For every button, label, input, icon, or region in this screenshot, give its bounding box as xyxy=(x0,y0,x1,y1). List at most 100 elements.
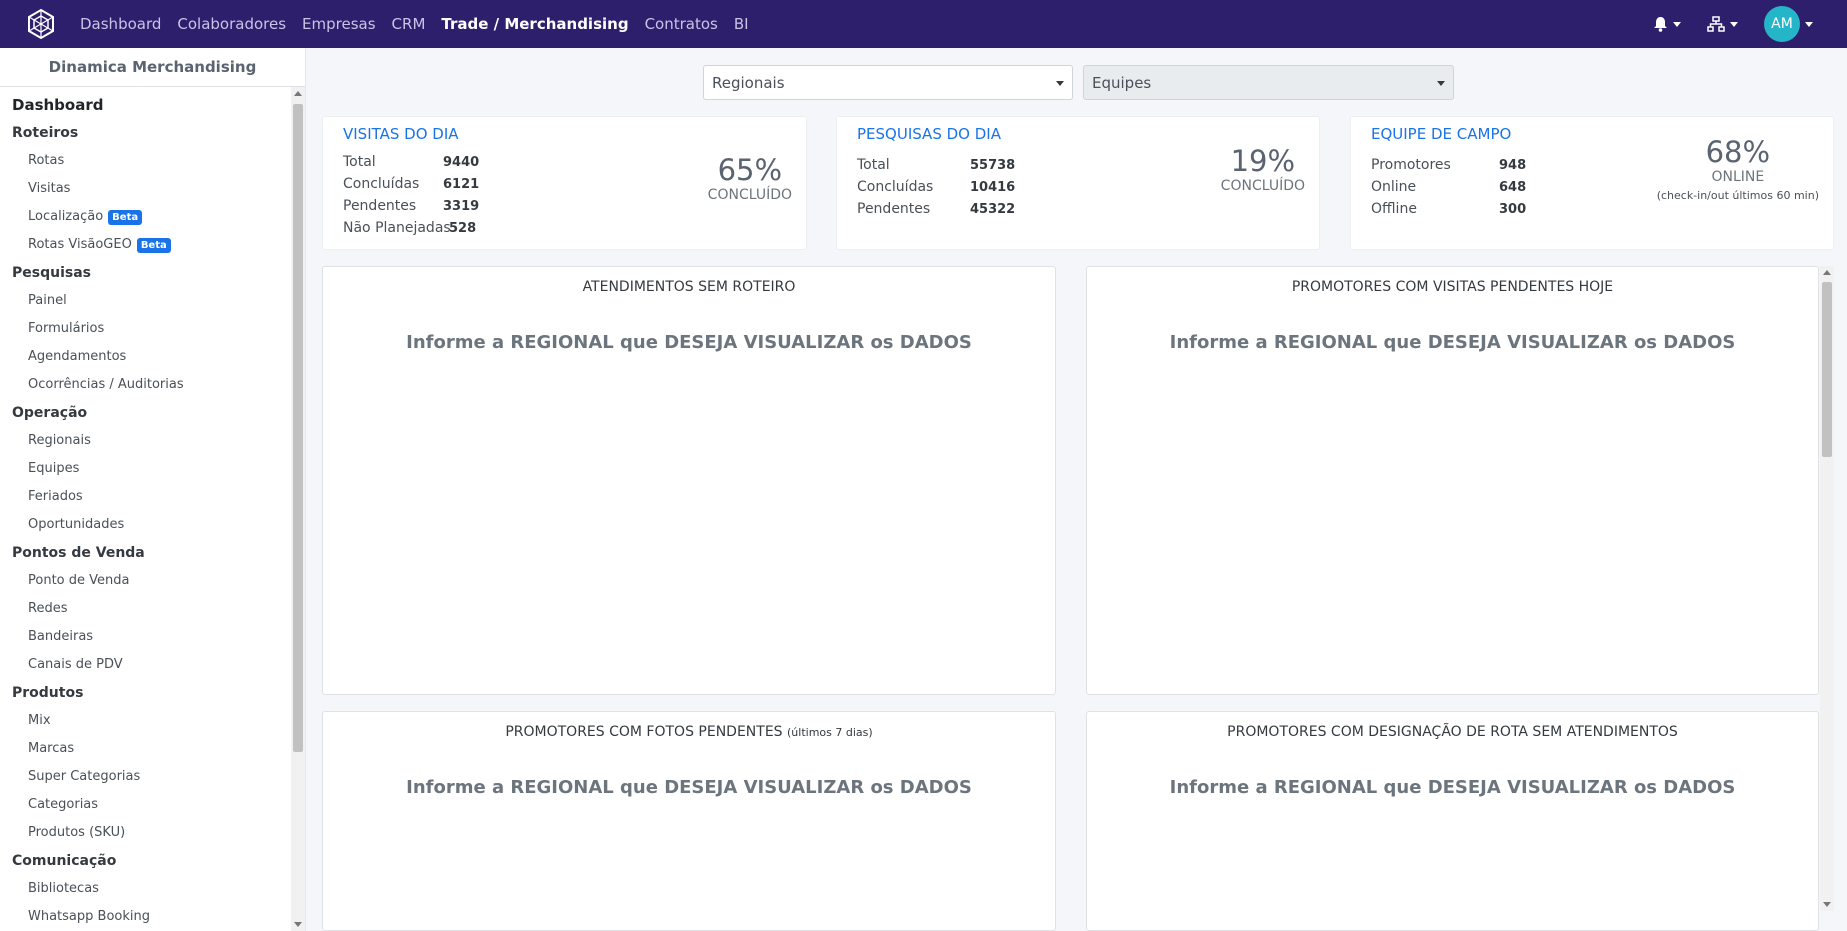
sidebar-item-rotas-visaogeo[interactable]: Rotas VisãoGEO Beta xyxy=(0,231,290,259)
user-menu[interactable]: AM xyxy=(1764,6,1813,42)
sidebar-item-label: Formulários xyxy=(28,321,105,336)
stat-value: 648 xyxy=(1499,179,1527,195)
sidebar-item-agendamentos[interactable]: Agendamentos xyxy=(0,343,290,371)
app-logo-icon[interactable] xyxy=(24,7,58,41)
panel-empty-message: Informe a REGIONAL que DESEJA VISUALIZAR… xyxy=(1169,777,1736,798)
stat-value: 55738 xyxy=(970,157,1016,173)
panel-empty-message: Informe a REGIONAL que DESEJA VISUALIZAR… xyxy=(406,777,972,798)
equipes-select[interactable]: Equipes xyxy=(1083,65,1454,100)
scroll-down-icon[interactable] xyxy=(294,922,302,927)
sidebar-item-label: Canais de PDV xyxy=(28,657,123,672)
sidebar-item-painel[interactable]: Painel xyxy=(0,287,290,315)
fotos-pendentes-panel: PROMOTORES COM FOTOS PENDENTES (últimos … xyxy=(322,711,1056,931)
sidebar-item-rotas[interactable]: Rotas xyxy=(0,147,290,175)
sidebar-item-bandeiras[interactable]: Bandeiras xyxy=(0,623,290,651)
visitas-pendentes-panel: PROMOTORES COM VISITAS PENDENTES HOJE In… xyxy=(1086,266,1819,695)
scrollbar-thumb[interactable] xyxy=(1822,282,1832,457)
percent-label: CONCLUÍDO xyxy=(707,187,792,203)
sidebar-item-oportunidades[interactable]: Oportunidades xyxy=(0,511,290,539)
stat-label: Offline xyxy=(1371,201,1417,217)
card-title: VISITAS DO DIA xyxy=(343,125,459,143)
sidebar-item-label: Oportunidades xyxy=(28,517,125,532)
sidebar-item-label: Ocorrências / Auditorias xyxy=(28,377,184,392)
sidebar-item-formularios[interactable]: Formulários xyxy=(0,315,290,343)
sidebar-item-bibliotecas[interactable]: Bibliotecas xyxy=(0,875,290,903)
stat-value: 948 xyxy=(1499,157,1527,173)
sidebar-item-mix[interactable]: Mix xyxy=(0,707,290,735)
card-title: PESQUISAS DO DIA xyxy=(857,125,1001,143)
sidebar-item-redes[interactable]: Redes xyxy=(0,595,290,623)
nav-contratos[interactable]: Contratos xyxy=(645,15,718,33)
notifications-dropdown[interactable] xyxy=(1653,16,1681,32)
scroll-up-icon[interactable] xyxy=(1823,270,1831,275)
stat-row-pendentes: Pendentes 45322 xyxy=(857,198,1015,220)
stat-value: 300 xyxy=(1499,201,1527,217)
sidebar-section-comunicacao[interactable]: Comunicação xyxy=(0,847,290,875)
stat-row-offline: Offline 300 xyxy=(1371,198,1526,220)
sidebar-section-produtos[interactable]: Produtos xyxy=(0,679,290,707)
sidebar-item-regionais[interactable]: Regionais xyxy=(0,427,290,455)
sidebar-section-pontos-de-venda[interactable]: Pontos de Venda xyxy=(0,539,290,567)
sidebar-item-marcas[interactable]: Marcas xyxy=(0,735,290,763)
stat-value: 10416 xyxy=(970,179,1016,195)
sidebar-item-localizacao[interactable]: Localização Beta xyxy=(0,203,290,231)
stat-row-total: Total 55738 xyxy=(857,154,1015,176)
sidebar-item-categorias[interactable]: Categorias xyxy=(0,791,290,819)
sidebar-section-roteiros[interactable]: Roteiros xyxy=(0,119,290,147)
sidebar-item-whatsapp-booking[interactable]: Whatsapp Booking xyxy=(0,903,290,931)
nav-empresas[interactable]: Empresas xyxy=(302,15,376,33)
chevron-down-icon xyxy=(1673,21,1681,27)
nav-trade-merchandising[interactable]: Trade / Merchandising xyxy=(441,15,628,33)
stat-row-concluidas: Concluídas 10416 xyxy=(857,176,1015,198)
scroll-down-icon[interactable] xyxy=(1823,902,1831,907)
nav-colaboradores[interactable]: Colaboradores xyxy=(177,15,286,33)
nav-crm[interactable]: CRM xyxy=(392,15,426,33)
top-navbar: Dashboard Colaboradores Empresas CRM Tra… xyxy=(0,0,1847,48)
sidebar-item-label: Agendamentos xyxy=(28,349,127,364)
sidebar-item-label: Produtos (SKU) xyxy=(28,825,126,840)
sidebar-item-label: Mix xyxy=(28,713,51,728)
main-scrollbar[interactable] xyxy=(1820,266,1834,911)
percent-label: CONCLUÍDO xyxy=(1220,178,1305,194)
stat-row-concluidas: Concluídas 6121 xyxy=(343,173,479,195)
sidebar-item-visitas[interactable]: Visitas xyxy=(0,175,290,203)
stat-value: 3319 xyxy=(443,198,480,214)
sidebar-item-feriados[interactable]: Feriados xyxy=(0,483,290,511)
sidebar-section-operacao[interactable]: Operação xyxy=(0,399,290,427)
stat-label: Não Planejadas xyxy=(343,220,451,236)
sidebar-item-equipes[interactable]: Equipes xyxy=(0,455,290,483)
stat-label: Total xyxy=(343,154,376,170)
stat-label: Pendentes xyxy=(857,201,931,217)
regionais-select-value: Regionais xyxy=(712,73,785,92)
panel-title: PROMOTORES COM DESIGNAÇÃO DE ROTA SEM AT… xyxy=(1227,724,1678,740)
percent-value: 65% xyxy=(717,153,783,187)
sidebar-item-canais-de-pdv[interactable]: Canais de PDV xyxy=(0,651,290,679)
sidebar-scrollbar[interactable] xyxy=(291,87,305,931)
sidebar-menu: Dashboard Roteiros Rotas Visitas Localiz… xyxy=(0,87,290,931)
panel-title: PROMOTORES COM VISITAS PENDENTES HOJE xyxy=(1291,279,1614,295)
panel-empty-message: Informe a REGIONAL que DESEJA VISUALIZAR… xyxy=(406,332,972,353)
visitas-do-dia-card: VISITAS DO DIA Total 9440 Concluídas 6121 … xyxy=(322,116,807,250)
sidebar-item-super-categorias[interactable]: Super Categorias xyxy=(0,763,290,791)
stat-label: Concluídas xyxy=(343,176,420,192)
panel-empty-message: Informe a REGIONAL que DESEJA VISUALIZAR… xyxy=(1169,332,1736,353)
scrollbar-thumb[interactable] xyxy=(293,104,303,752)
scroll-up-icon[interactable] xyxy=(294,91,302,96)
sidebar-item-label: Visitas xyxy=(28,181,71,196)
regionais-select[interactable]: Regionais xyxy=(703,65,1073,100)
sidebar: Dinamica Merchandising Dashboard Roteiro… xyxy=(0,48,306,931)
sidebar-item-dashboard[interactable]: Dashboard xyxy=(0,91,290,119)
chevron-down-icon xyxy=(1056,81,1064,86)
sidebar-item-produtos-sku[interactable]: Produtos (SKU) xyxy=(0,819,290,847)
nav-bi[interactable]: BI xyxy=(734,15,749,33)
panel-title: ATENDIMENTOS SEM ROTEIRO xyxy=(582,279,796,295)
sidebar-item-label: Equipes xyxy=(28,461,80,476)
sidebar-item-ocorrencias[interactable]: Ocorrências / Auditorias xyxy=(0,371,290,399)
nav-dashboard[interactable]: Dashboard xyxy=(80,15,161,33)
atendimentos-sem-roteiro-panel: ATENDIMENTOS SEM ROTEIRO Informe a REGIO… xyxy=(322,266,1056,695)
network-dropdown[interactable] xyxy=(1707,16,1738,32)
sidebar-section-pesquisas[interactable]: Pesquisas xyxy=(0,259,290,287)
sidebar-item-ponto-de-venda[interactable]: Ponto de Venda xyxy=(0,567,290,595)
sidebar-item-label: Ponto de Venda xyxy=(28,573,130,588)
stat-row-total: Total 9440 xyxy=(343,151,479,173)
